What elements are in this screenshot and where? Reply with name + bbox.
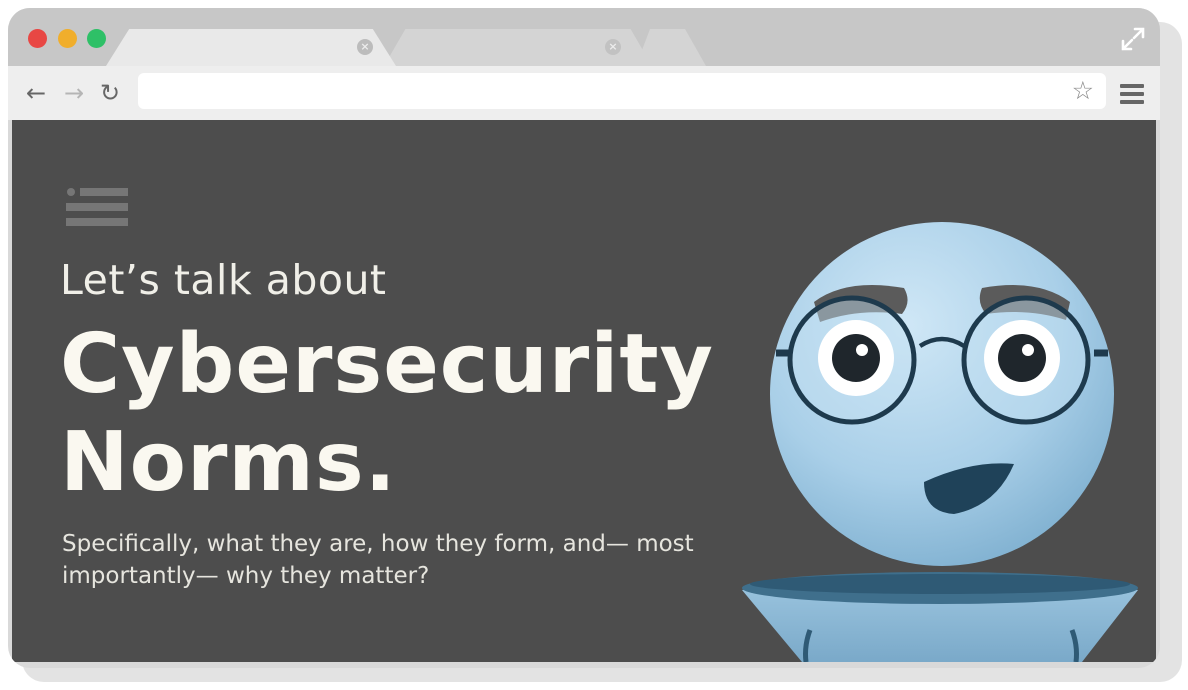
robot-illustration: [742, 222, 1138, 662]
browser-window: × × ← → ↻ ☆ Let’s talk about Cybersecuri…: [8, 8, 1160, 668]
tab-close-icon[interactable]: ×: [357, 39, 373, 55]
tab-1-active[interactable]: [106, 29, 396, 66]
hamburger-menu-icon[interactable]: [1120, 84, 1144, 104]
tab-close-icon[interactable]: ×: [605, 39, 621, 55]
list-icon[interactable]: [66, 186, 130, 234]
tab-bar: × ×: [8, 8, 1160, 66]
star-icon[interactable]: ☆: [1072, 76, 1094, 106]
page-content: Let’s talk about Cybersecurity Norms. Sp…: [12, 120, 1156, 662]
browser-toolbar: ← → ↻ ☆: [8, 66, 1160, 120]
maximize-window-button[interactable]: [87, 29, 106, 48]
page-title: Cybersecurity Norms.: [60, 317, 714, 510]
forward-arrow-icon[interactable]: →: [64, 78, 84, 108]
back-arrow-icon[interactable]: ←: [26, 78, 46, 108]
page-subtitle: Specifically, what they are, how they fo…: [62, 531, 694, 589]
address-bar[interactable]: ☆: [138, 73, 1106, 109]
new-tab[interactable]: [636, 29, 706, 66]
expand-icon[interactable]: [1120, 26, 1146, 52]
pretitle: Let’s talk about: [60, 256, 387, 304]
reload-icon[interactable]: ↻: [100, 78, 120, 108]
close-window-button[interactable]: [28, 29, 47, 48]
minimize-window-button[interactable]: [58, 29, 77, 48]
